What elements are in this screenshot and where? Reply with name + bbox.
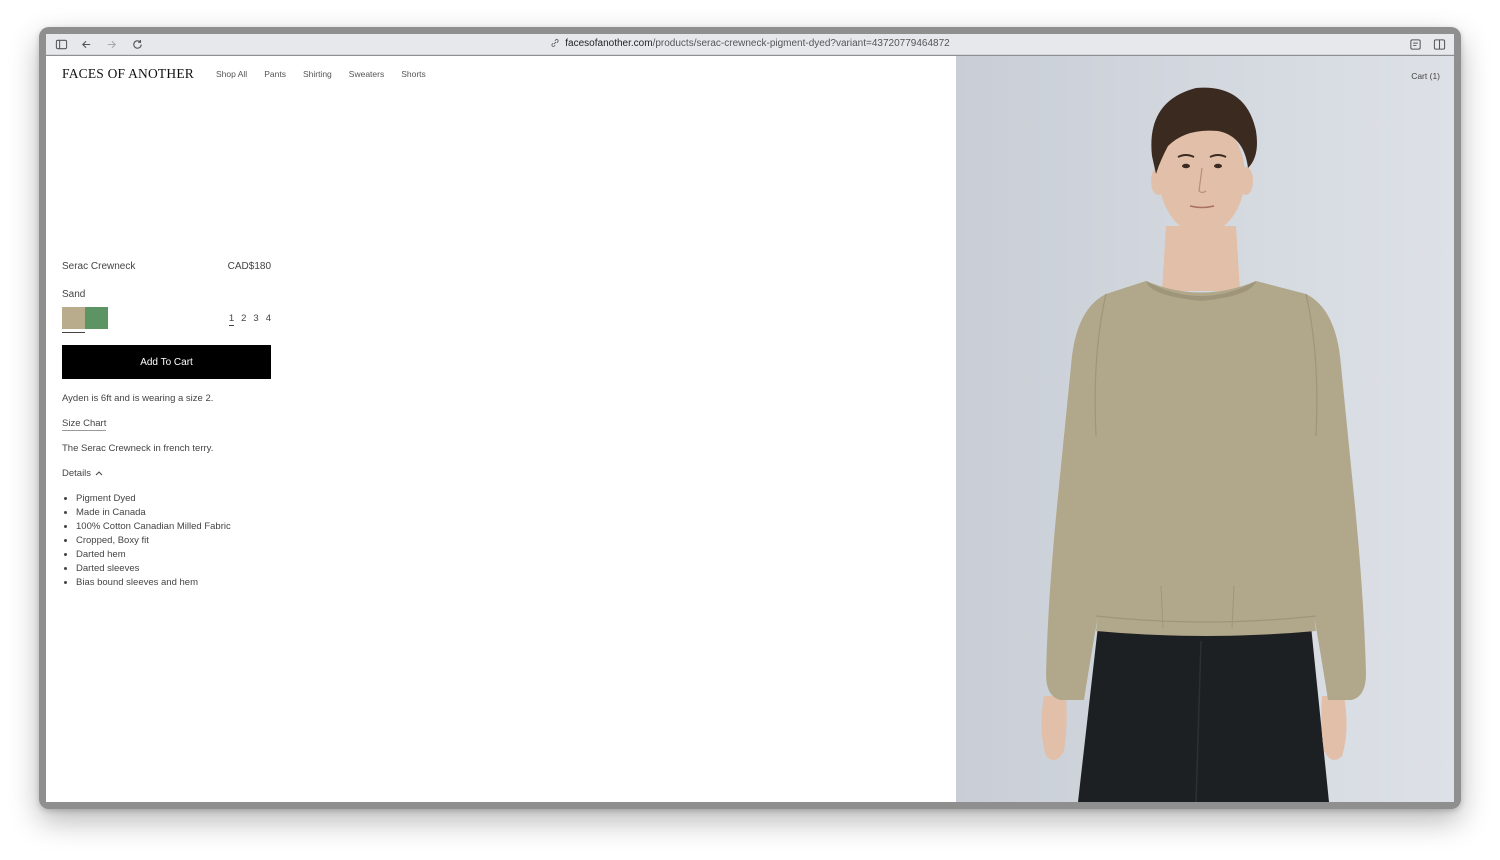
product-name: Serac Crewneck xyxy=(62,261,136,272)
link-icon xyxy=(550,38,560,51)
details-list: Pigment Dyed Made in Canada 100% Cotton … xyxy=(62,492,271,590)
browser-toolbar: facesofanother.com/products/serac-crewne… xyxy=(46,34,1454,55)
web-page: FACES OF ANOTHER Shop All Pants Shirting… xyxy=(46,56,1454,802)
product-price: CAD$180 xyxy=(227,261,271,272)
split-view-icon[interactable] xyxy=(1432,37,1446,51)
nav-item-shorts[interactable]: Shorts xyxy=(401,69,426,79)
details-toggle[interactable]: Details xyxy=(62,468,271,479)
list-item: Darted hem xyxy=(76,548,271,562)
main-nav: Shop All Pants Shirting Sweaters Shorts xyxy=(216,69,426,79)
nav-item-pants[interactable]: Pants xyxy=(264,69,286,79)
product-header: Serac Crewneck CAD$180 xyxy=(62,261,271,272)
size-option-1[interactable]: 1 xyxy=(228,313,235,326)
product-details: Serac Crewneck CAD$180 Sand 1 2 3 4 Add … xyxy=(62,261,271,590)
reader-icon[interactable] xyxy=(1408,37,1422,51)
cart-link[interactable]: Cart (1) xyxy=(1411,71,1440,81)
url-path: /products/serac-crewneck-pigment-dyed?va… xyxy=(652,38,950,49)
list-item: Pigment Dyed xyxy=(76,492,271,506)
nav-item-shop-all[interactable]: Shop All xyxy=(216,69,247,79)
variant-row: 1 2 3 4 xyxy=(62,307,271,333)
nav-item-sweaters[interactable]: Sweaters xyxy=(349,69,384,79)
swatch-selected-indicator xyxy=(62,332,85,333)
browser-window: facesofanother.com/products/serac-crewne… xyxy=(39,27,1461,809)
nav-item-shirting[interactable]: Shirting xyxy=(303,69,332,79)
model-illustration xyxy=(1041,87,1366,802)
list-item: Cropped, Boxy fit xyxy=(76,534,271,548)
list-item: Made in Canada xyxy=(76,506,271,520)
selected-color-name: Sand xyxy=(62,289,86,300)
size-selector: 1 2 3 4 xyxy=(228,313,271,326)
list-item: 100% Cotton Canadian Milled Fabric xyxy=(76,520,271,534)
url-domain: facesofanother.com xyxy=(565,38,653,49)
add-to-cart-button[interactable]: Add To Cart xyxy=(62,345,271,379)
swatch-sand[interactable] xyxy=(62,307,85,329)
size-option-4[interactable]: 4 xyxy=(266,313,271,326)
site-logo[interactable]: FACES OF ANOTHER xyxy=(62,66,194,82)
size-option-3[interactable]: 3 xyxy=(253,313,258,326)
product-photo xyxy=(956,56,1454,802)
product-info-pane: FACES OF ANOTHER Shop All Pants Shirting… xyxy=(46,56,956,802)
size-chart-link[interactable]: Size Chart xyxy=(62,418,107,431)
list-item: Bias bound sleeves and hem xyxy=(76,576,271,590)
product-description: The Serac Crewneck in french terry. xyxy=(62,443,214,454)
details-label: Details xyxy=(62,468,92,479)
swatch-green[interactable] xyxy=(85,307,108,329)
chevron-up-icon xyxy=(95,468,103,479)
add-to-cart-label: Add To Cart xyxy=(140,356,193,368)
model-size-note: Ayden is 6ft and is wearing a size 2. xyxy=(62,393,214,404)
size-option-2[interactable]: 2 xyxy=(241,313,246,326)
list-item: Darted sleeves xyxy=(76,562,271,576)
address-bar[interactable]: facesofanother.com/products/serac-crewne… xyxy=(46,38,1454,51)
